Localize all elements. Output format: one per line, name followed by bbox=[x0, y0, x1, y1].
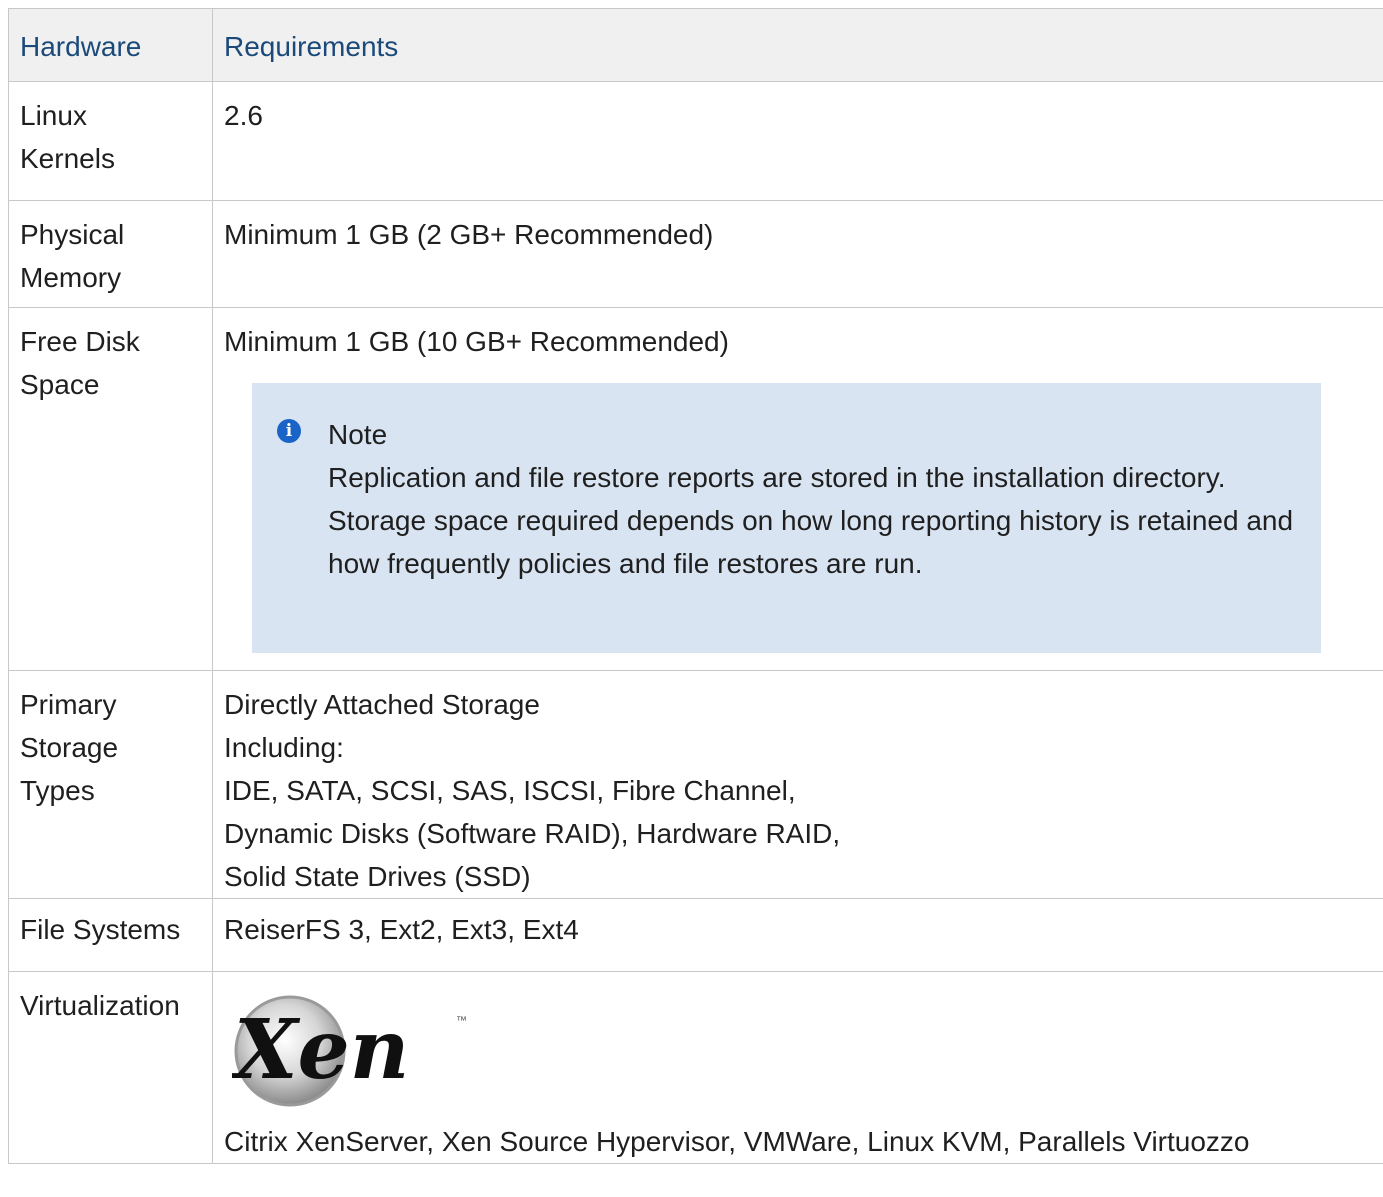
hardware-cell: Free Disk Space bbox=[8, 307, 213, 671]
note-body: Replication and file restore reports are… bbox=[328, 462, 1294, 579]
requirement-cell: 2.6 bbox=[212, 81, 1383, 201]
hardware-cell: File Systems bbox=[8, 898, 213, 972]
row-label-line: Memory bbox=[20, 262, 122, 293]
storage-line: IDE, SATA, SCSI, SAS, ISCSI, Fibre Chann… bbox=[224, 775, 796, 806]
storage-line: Dynamic Disks (Software RAID), Hardware … bbox=[224, 818, 841, 849]
note-title: Note bbox=[328, 419, 388, 450]
xen-logo-wordmark: Xen bbox=[232, 1002, 409, 1098]
storage-line: Solid State Drives (SSD) bbox=[224, 861, 531, 892]
table-row: Free Disk Space Minimum 1 GB (10 GB+ Rec… bbox=[8, 307, 1383, 671]
note-panel: i Note Replication and file restore repo… bbox=[252, 383, 1321, 653]
requirement-cell: ReiserFS 3, Ext2, Ext3, Ext4 bbox=[212, 898, 1383, 972]
row-label-line: Types bbox=[20, 775, 95, 806]
hardware-cell: Linux Kernels bbox=[8, 81, 213, 201]
table-header-row: Hardware Requirements bbox=[8, 8, 1383, 82]
row-label-line: Linux bbox=[20, 100, 87, 131]
requirement-cell: Minimum 1 GB (10 GB+ Recommended) i Note… bbox=[212, 307, 1383, 671]
requirements-table: Hardware Requirements Linux Kernels 2.6 … bbox=[8, 8, 1383, 1164]
header-requirements: Requirements bbox=[212, 8, 1383, 82]
xen-logo: Xen ™ bbox=[232, 995, 467, 1107]
file-systems-list: ReiserFS 3, Ext2, Ext3, Ext4 bbox=[224, 914, 579, 945]
row-label: Virtualization bbox=[20, 990, 180, 1021]
info-icon: i bbox=[277, 419, 301, 443]
table-row: Virtualization Xen ™ Citrix XenServer, X… bbox=[8, 971, 1383, 1164]
hardware-cell: Primary Storage Types bbox=[8, 670, 213, 899]
row-label-line: Space bbox=[20, 369, 100, 400]
virtualization-list: Citrix XenServer, Xen Source Hypervisor,… bbox=[224, 1126, 1250, 1157]
table-row: Linux Kernels 2.6 bbox=[8, 81, 1383, 201]
hardware-cell: Physical Memory bbox=[8, 200, 213, 308]
row-label-line: Storage bbox=[20, 732, 119, 763]
storage-line: Including: bbox=[224, 732, 344, 763]
memory-requirement: Minimum 1 GB (2 GB+ Recommended) bbox=[224, 219, 714, 250]
requirement-cell: Minimum 1 GB (2 GB+ Recommended) bbox=[212, 200, 1383, 308]
disk-requirement: Minimum 1 GB (10 GB+ Recommended) bbox=[224, 326, 729, 357]
row-label-line: Physical bbox=[20, 219, 125, 250]
hardware-cell: Virtualization bbox=[8, 971, 213, 1164]
row-label-line: Kernels bbox=[20, 143, 115, 174]
requirement-cell: Directly Attached Storage Including: IDE… bbox=[212, 670, 1383, 899]
kernel-version: 2.6 bbox=[224, 100, 263, 131]
trademark-mark: ™ bbox=[456, 1015, 467, 1027]
row-label: File Systems bbox=[20, 914, 181, 945]
requirement-cell: Xen ™ Citrix XenServer, Xen Source Hyper… bbox=[212, 971, 1383, 1164]
table-row: Primary Storage Types Directly Attached … bbox=[8, 670, 1383, 899]
table-row: File Systems ReiserFS 3, Ext2, Ext3, Ext… bbox=[8, 898, 1383, 972]
row-label-line: Free Disk bbox=[20, 326, 140, 357]
row-label-line: Primary bbox=[20, 689, 117, 720]
storage-line: Directly Attached Storage bbox=[224, 689, 540, 720]
header-hardware: Hardware bbox=[8, 8, 213, 82]
table-row: Physical Memory Minimum 1 GB (2 GB+ Reco… bbox=[8, 200, 1383, 308]
